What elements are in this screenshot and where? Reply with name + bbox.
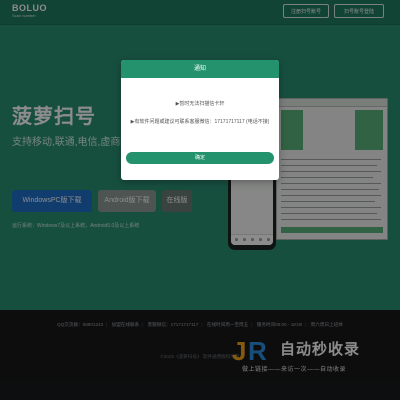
confirm-button[interactable]: 确定	[126, 152, 274, 164]
dialog-title: 通知	[121, 60, 279, 78]
notice-line-1: ▶暂时无法扫描信卡轩	[175, 101, 225, 107]
notice-line-2: ▶有软件问题或建议可联系客服微信：17171717117 (电话不接)	[130, 119, 270, 125]
notice-dialog: 通知 ▶暂时无法扫描信卡轩 ▶有软件问题或建议可联系客服微信：171717171…	[121, 60, 279, 180]
